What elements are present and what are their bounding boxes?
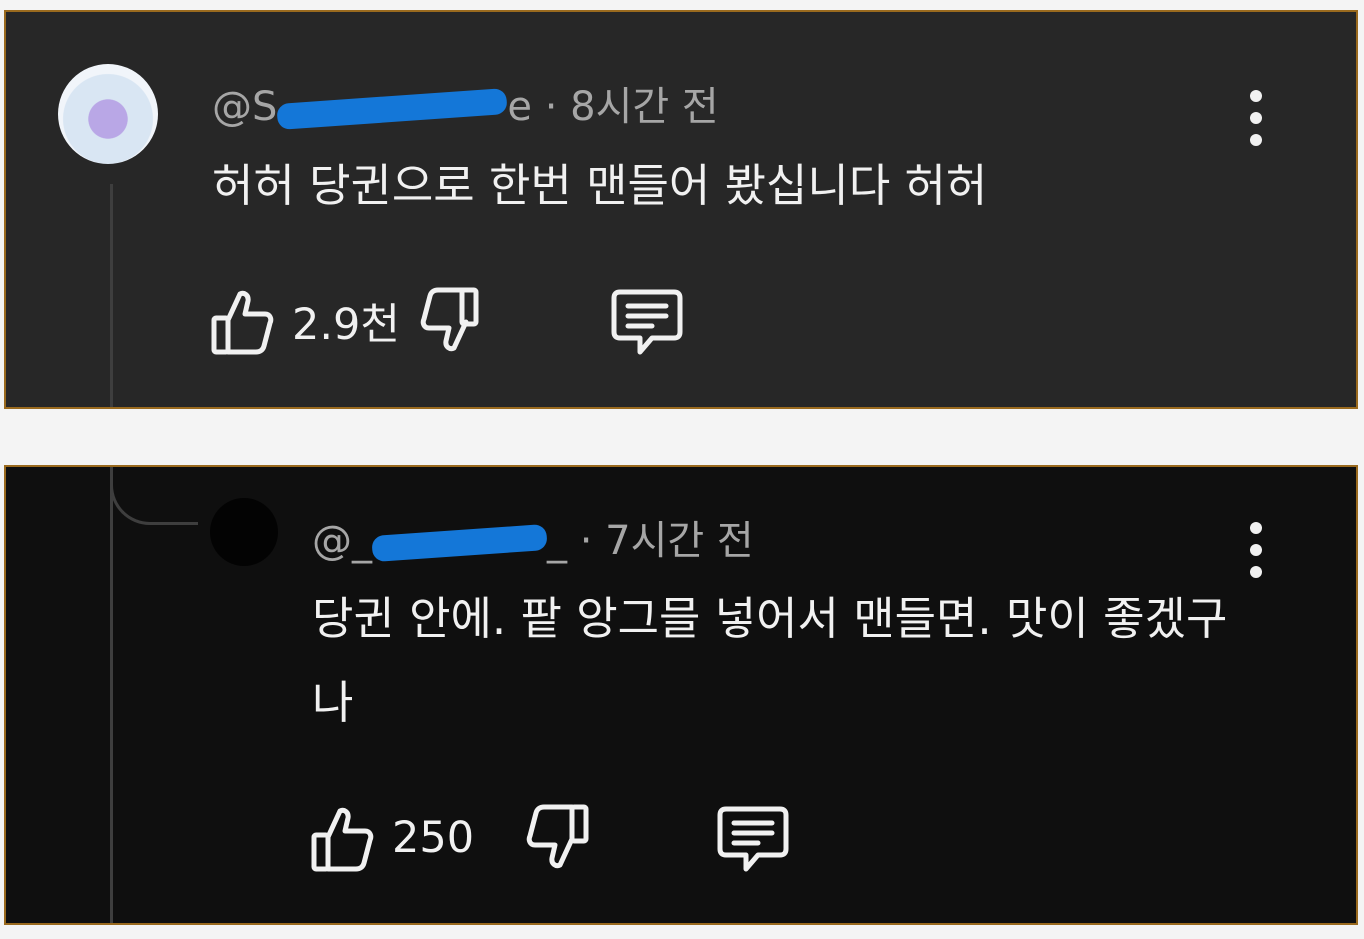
comment-actions: 250 [310, 803, 790, 873]
like-count: 250 [392, 813, 475, 863]
thumbs-down-icon[interactable] [526, 803, 590, 873]
reply-connector [110, 467, 198, 525]
author-name[interactable]: @_ [312, 518, 372, 564]
author-name[interactable]: @S [212, 84, 277, 130]
redaction-scribble [276, 88, 509, 130]
thumbs-up-icon[interactable] [310, 803, 374, 873]
comment-actions: 2.9천 [210, 286, 684, 356]
redaction-scribble [371, 523, 548, 563]
comment-timestamp[interactable]: 8시간 전 [570, 84, 719, 130]
thumbs-up-icon[interactable] [210, 286, 274, 356]
thumbs-down-icon[interactable] [420, 286, 484, 356]
thread-line [110, 467, 113, 923]
comment-bubble-icon[interactable] [716, 803, 790, 873]
comment-text: 허허 당귄으로 한번 맨들어 봤십니다 허허 [212, 159, 988, 212]
vertical-ellipsis-icon[interactable] [1249, 522, 1263, 578]
avatar[interactable] [58, 64, 158, 164]
like-count: 2.9천 [292, 300, 400, 350]
comment-meta: @S e · 8시간 전 [212, 74, 719, 132]
comment-panel-2: @_ _ · 7시간 전 당귄 안에. 팥 앙그믈 넣어서 맨들면. 맛이 좋겠구… [4, 465, 1358, 925]
thread-line [110, 184, 113, 407]
comment-text: 당귄 안에. 팥 앙그믈 넣어서 맨들면. 맛이 좋겠구나 [312, 592, 1228, 729]
comment-panel-1: @S e · 8시간 전 허허 당귄으로 한번 맨들어 봤십니다 허허 2.9천 [4, 10, 1358, 409]
meta-separator: · [544, 84, 558, 130]
meta-separator: · [579, 518, 593, 564]
comment-timestamp[interactable]: 7시간 전 [605, 518, 754, 564]
vertical-ellipsis-icon[interactable] [1249, 90, 1263, 146]
author-name-suffix[interactable]: _ [547, 518, 567, 564]
avatar[interactable] [210, 498, 278, 566]
comment-meta: @_ _ · 7시간 전 [312, 508, 754, 566]
author-name-suffix[interactable]: e [507, 84, 532, 130]
comment-bubble-icon[interactable] [610, 286, 684, 356]
